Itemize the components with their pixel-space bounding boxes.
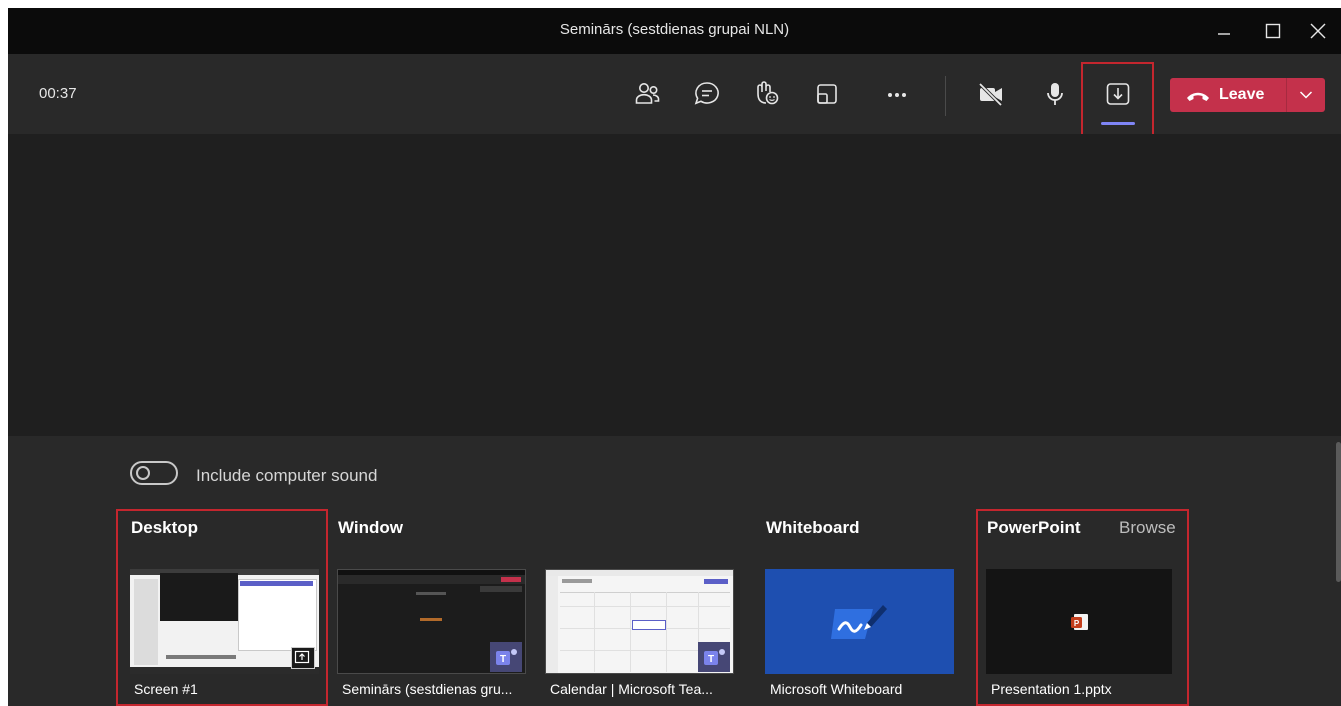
desktop-heading: Desktop xyxy=(131,518,199,537)
leave-options-button[interactable] xyxy=(1287,78,1325,112)
leave-label: Leave xyxy=(1219,86,1265,103)
tray-scrollbar[interactable] xyxy=(1336,442,1341,582)
participants-button[interactable] xyxy=(627,74,667,114)
meeting-toolbar: 00:37 Leave xyxy=(8,54,1341,138)
rooms-button[interactable] xyxy=(807,74,847,114)
raise-hand-button[interactable] xyxy=(747,74,787,114)
minimize-icon xyxy=(1218,33,1230,35)
teams-app-icon: T xyxy=(698,642,730,672)
window-title: Seminārs (sestdienas grupai NLN) xyxy=(559,21,790,38)
camera-off-icon xyxy=(978,82,1003,107)
microphone-button[interactable] xyxy=(1035,74,1075,114)
toggle-knob xyxy=(136,466,150,480)
chevron-down-icon xyxy=(1299,91,1313,99)
mini-toolbar xyxy=(338,575,525,584)
mini-leave xyxy=(501,577,521,582)
screen-1-tile[interactable] xyxy=(130,569,319,674)
screen-1-caption: Screen #1 xyxy=(134,681,198,697)
microphone-icon xyxy=(1047,83,1063,105)
toolbar-separator xyxy=(945,76,946,116)
mini-calendar xyxy=(238,579,317,651)
active-indicator xyxy=(1101,122,1135,125)
mini-text-line xyxy=(166,655,236,659)
powerpoint-caption: Presentation 1.pptx xyxy=(991,681,1112,697)
mini-grid-line xyxy=(666,592,667,672)
camera-button[interactable] xyxy=(971,74,1011,114)
share-tray: Include computer sound Desktop Window Wh… xyxy=(8,436,1341,706)
powerpoint-tile[interactable]: P xyxy=(986,569,1172,674)
rooms-icon xyxy=(817,84,837,104)
more-icon xyxy=(888,93,906,97)
teams-app-icon: T xyxy=(490,642,522,672)
teams-meeting-window: Seminārs (sestdienas grupai NLN) 00:37 L… xyxy=(8,8,1341,706)
leave-button-group: Leave xyxy=(1170,78,1325,112)
maximize-button[interactable] xyxy=(1256,14,1290,48)
chat-button[interactable] xyxy=(687,74,727,114)
mini-grid-line xyxy=(560,606,730,607)
maximize-icon xyxy=(1265,23,1281,39)
mini-new-meeting xyxy=(704,579,728,584)
svg-text:T: T xyxy=(708,654,714,665)
svg-text:T: T xyxy=(500,654,506,665)
whiteboard-heading: Whiteboard xyxy=(766,518,860,537)
window-seminars-caption: Seminārs (sestdienas gru... xyxy=(342,681,513,697)
raise-hand-icon xyxy=(757,81,779,105)
computer-sound-toggle[interactable] xyxy=(130,461,178,485)
mini-rail xyxy=(546,576,558,673)
leave-button[interactable]: Leave xyxy=(1170,78,1286,112)
powerpoint-file-icon: P xyxy=(1071,614,1088,630)
chat-icon xyxy=(694,82,719,105)
share-tray-button[interactable] xyxy=(1098,74,1138,114)
share-button-highlight xyxy=(1081,62,1154,138)
people-icon xyxy=(635,83,660,104)
mini-calendar-header xyxy=(240,581,313,586)
mini-event xyxy=(632,620,666,630)
mini-label xyxy=(416,592,446,595)
meeting-stage xyxy=(8,134,1341,436)
window-heading: Window xyxy=(338,518,403,537)
whiteboard-icon xyxy=(831,605,887,639)
mini-titlebar xyxy=(546,570,733,576)
mini-grid-line xyxy=(594,592,595,672)
whiteboard-tile[interactable] xyxy=(765,569,954,674)
svg-text:P: P xyxy=(1074,619,1080,628)
share-screen-icon xyxy=(291,647,315,669)
whiteboard-caption: Microsoft Whiteboard xyxy=(770,681,903,697)
hang-up-icon xyxy=(1187,92,1209,101)
powerpoint-heading: PowerPoint xyxy=(987,518,1081,537)
mini-grid-line xyxy=(630,592,631,672)
mini-grid-line xyxy=(560,592,730,593)
window-tile-calendar[interactable]: T xyxy=(545,569,734,674)
share-tray-icon xyxy=(1106,83,1130,105)
close-icon xyxy=(1310,23,1326,39)
title-bar: Seminārs (sestdienas grupai NLN) xyxy=(8,8,1341,54)
browse-link[interactable]: Browse xyxy=(1119,518,1176,538)
computer-sound-label: Include computer sound xyxy=(196,466,378,485)
mini-sidebar xyxy=(134,579,158,665)
more-actions-button[interactable] xyxy=(877,74,917,114)
close-button[interactable] xyxy=(1301,14,1335,48)
mini-indicator xyxy=(420,618,442,621)
minimize-button[interactable] xyxy=(1207,14,1241,48)
window-tile-seminars[interactable]: T xyxy=(337,569,526,674)
window-calendar-caption: Calendar | Microsoft Tea... xyxy=(550,681,713,697)
meeting-timer: 00:37 xyxy=(39,85,77,102)
mini-tooltip xyxy=(480,586,522,592)
mini-dark-window xyxy=(160,573,238,621)
mini-heading xyxy=(562,579,592,583)
